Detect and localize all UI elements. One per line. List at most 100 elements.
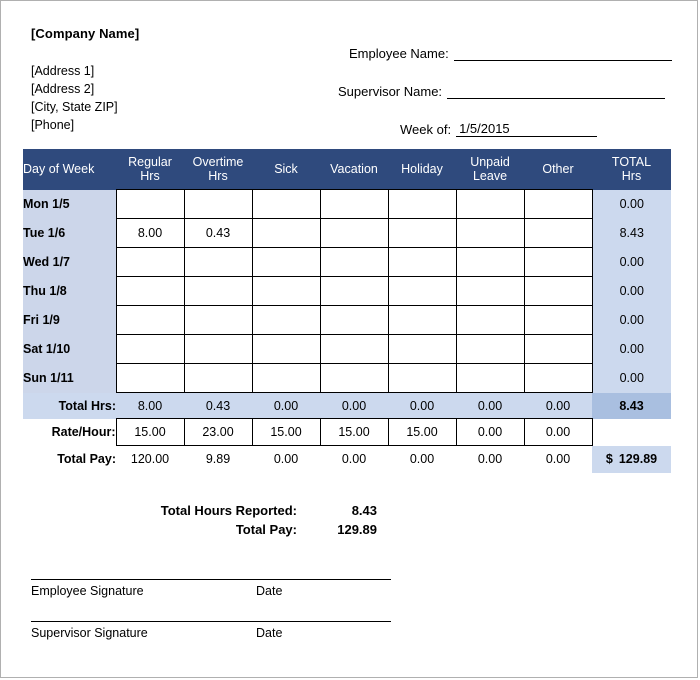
table-row: Sun 1/11 0.00 bbox=[23, 363, 671, 393]
table-header: Day of Week Regular Hrs Overtime Hrs Sic… bbox=[23, 149, 671, 190]
cell-regular[interactable] bbox=[115, 334, 185, 364]
total-pay-holiday: 0.00 bbox=[388, 445, 456, 473]
total-pay-label: Total Pay: bbox=[23, 445, 116, 473]
cell-sick[interactable] bbox=[251, 334, 321, 364]
supervisor-signature-block: Supervisor Signature Date bbox=[31, 621, 391, 644]
cell-unpaid-leave[interactable] bbox=[455, 247, 525, 277]
column-header-sick: Sick bbox=[252, 149, 320, 190]
column-header-regular-hrs: Regular Hrs bbox=[116, 149, 184, 190]
cell-regular[interactable]: 8.00 bbox=[115, 218, 185, 248]
cell-row-total: 0.00 bbox=[592, 334, 671, 364]
cell-other[interactable] bbox=[523, 276, 593, 306]
total-hours-regular: 8.00 bbox=[116, 392, 184, 419]
employee-name-label: Employee Name: bbox=[349, 46, 449, 61]
cell-vacation[interactable] bbox=[319, 247, 389, 277]
cell-overtime[interactable] bbox=[183, 334, 253, 364]
column-header-unpaid-line1: Unpaid bbox=[470, 155, 510, 169]
cell-holiday[interactable] bbox=[387, 276, 457, 306]
company-name: [Company Name] bbox=[31, 26, 140, 41]
day-label: Sun 1/11 bbox=[23, 363, 116, 393]
cell-vacation[interactable] bbox=[319, 276, 389, 306]
cell-vacation[interactable] bbox=[319, 189, 389, 219]
cell-unpaid-leave[interactable] bbox=[455, 189, 525, 219]
cell-regular[interactable] bbox=[115, 363, 185, 393]
supervisor-signature-label: Supervisor Signature bbox=[31, 626, 148, 640]
rate-vacation[interactable]: 15.00 bbox=[319, 418, 389, 446]
cell-row-total: 8.43 bbox=[592, 218, 671, 248]
cell-holiday[interactable] bbox=[387, 247, 457, 277]
cell-vacation[interactable] bbox=[319, 305, 389, 335]
total-pay-vacation: 0.00 bbox=[320, 445, 388, 473]
cell-overtime[interactable] bbox=[183, 276, 253, 306]
cell-other[interactable] bbox=[523, 218, 593, 248]
column-header-total-hrs: TOTAL Hrs bbox=[592, 149, 671, 190]
cell-other[interactable] bbox=[523, 305, 593, 335]
total-pay-unpaid-leave: 0.00 bbox=[456, 445, 524, 473]
column-header-day-of-week: Day of Week bbox=[23, 149, 116, 190]
employee-signature-line[interactable] bbox=[31, 579, 391, 580]
total-pay-other: 0.00 bbox=[524, 445, 592, 473]
cell-holiday[interactable] bbox=[387, 334, 457, 364]
cell-vacation[interactable] bbox=[319, 218, 389, 248]
week-of-input[interactable]: 1/5/2015 bbox=[456, 122, 598, 137]
cell-other[interactable] bbox=[523, 189, 593, 219]
cell-unpaid-leave[interactable] bbox=[455, 363, 525, 393]
supervisor-signature-line[interactable] bbox=[31, 621, 391, 622]
cell-sick[interactable] bbox=[251, 189, 321, 219]
supervisor-name-label: Supervisor Name: bbox=[338, 84, 443, 99]
company-address-line-1: [Address 1] bbox=[31, 64, 95, 78]
cell-holiday[interactable] bbox=[387, 218, 457, 248]
column-header-other: Other bbox=[524, 149, 592, 190]
total-hours-other: 0.00 bbox=[524, 392, 592, 419]
rate-overtime[interactable]: 23.00 bbox=[183, 418, 253, 446]
cell-sick[interactable] bbox=[251, 305, 321, 335]
total-pay-sick: 0.00 bbox=[252, 445, 320, 473]
cell-unpaid-leave[interactable] bbox=[455, 334, 525, 364]
rate-other[interactable]: 0.00 bbox=[523, 418, 593, 446]
cell-other[interactable] bbox=[523, 247, 593, 277]
total-hours-row: Total Hrs: 8.00 0.43 0.00 0.00 0.00 0.00… bbox=[23, 392, 671, 419]
cell-holiday[interactable] bbox=[387, 305, 457, 335]
cell-sick[interactable] bbox=[251, 218, 321, 248]
rate-unpaid-leave[interactable]: 0.00 bbox=[455, 418, 525, 446]
summary-total-pay-label: Total Pay: bbox=[235, 522, 297, 537]
rate-regular[interactable]: 15.00 bbox=[115, 418, 185, 446]
cell-regular[interactable] bbox=[115, 276, 185, 306]
cell-unpaid-leave[interactable] bbox=[455, 218, 525, 248]
day-label: Thu 1/8 bbox=[23, 276, 116, 306]
cell-overtime[interactable] bbox=[183, 305, 253, 335]
cell-sick[interactable] bbox=[251, 247, 321, 277]
column-header-overtime-line1: Overtime bbox=[192, 155, 244, 169]
cell-holiday[interactable] bbox=[387, 189, 457, 219]
cell-sick[interactable] bbox=[251, 363, 321, 393]
cell-other[interactable] bbox=[523, 363, 593, 393]
column-header-total-line1: TOTAL bbox=[611, 155, 652, 170]
cell-unpaid-leave[interactable] bbox=[455, 305, 525, 335]
column-header-regular-line2: Hrs bbox=[140, 169, 160, 183]
cell-unpaid-leave[interactable] bbox=[455, 276, 525, 306]
rate-sick[interactable]: 15.00 bbox=[251, 418, 321, 446]
cell-regular[interactable] bbox=[115, 189, 185, 219]
supervisor-signature-date-label: Date bbox=[256, 626, 283, 640]
cell-row-total: 0.00 bbox=[592, 363, 671, 393]
rate-holiday[interactable]: 15.00 bbox=[387, 418, 457, 446]
cell-regular[interactable] bbox=[115, 247, 185, 277]
cell-row-total: 0.00 bbox=[592, 305, 671, 335]
cell-regular[interactable] bbox=[115, 305, 185, 335]
table-row: Fri 1/9 0.00 bbox=[23, 305, 671, 335]
cell-sick[interactable] bbox=[251, 276, 321, 306]
cell-holiday[interactable] bbox=[387, 363, 457, 393]
cell-overtime[interactable] bbox=[183, 189, 253, 219]
cell-overtime[interactable] bbox=[183, 363, 253, 393]
employee-name-input[interactable] bbox=[453, 46, 672, 61]
column-header-regular-line1: Regular bbox=[128, 155, 172, 169]
rate-per-hour-row: Rate/Hour: 15.00 23.00 15.00 15.00 15.00… bbox=[23, 418, 671, 446]
cell-row-total: 0.00 bbox=[592, 247, 671, 277]
cell-vacation[interactable] bbox=[319, 334, 389, 364]
supervisor-name-input[interactable] bbox=[447, 84, 666, 99]
cell-overtime[interactable]: 0.43 bbox=[183, 218, 253, 248]
cell-other[interactable] bbox=[523, 334, 593, 364]
cell-overtime[interactable] bbox=[183, 247, 253, 277]
total-hours-unpaid-leave: 0.00 bbox=[456, 392, 524, 419]
cell-vacation[interactable] bbox=[319, 363, 389, 393]
